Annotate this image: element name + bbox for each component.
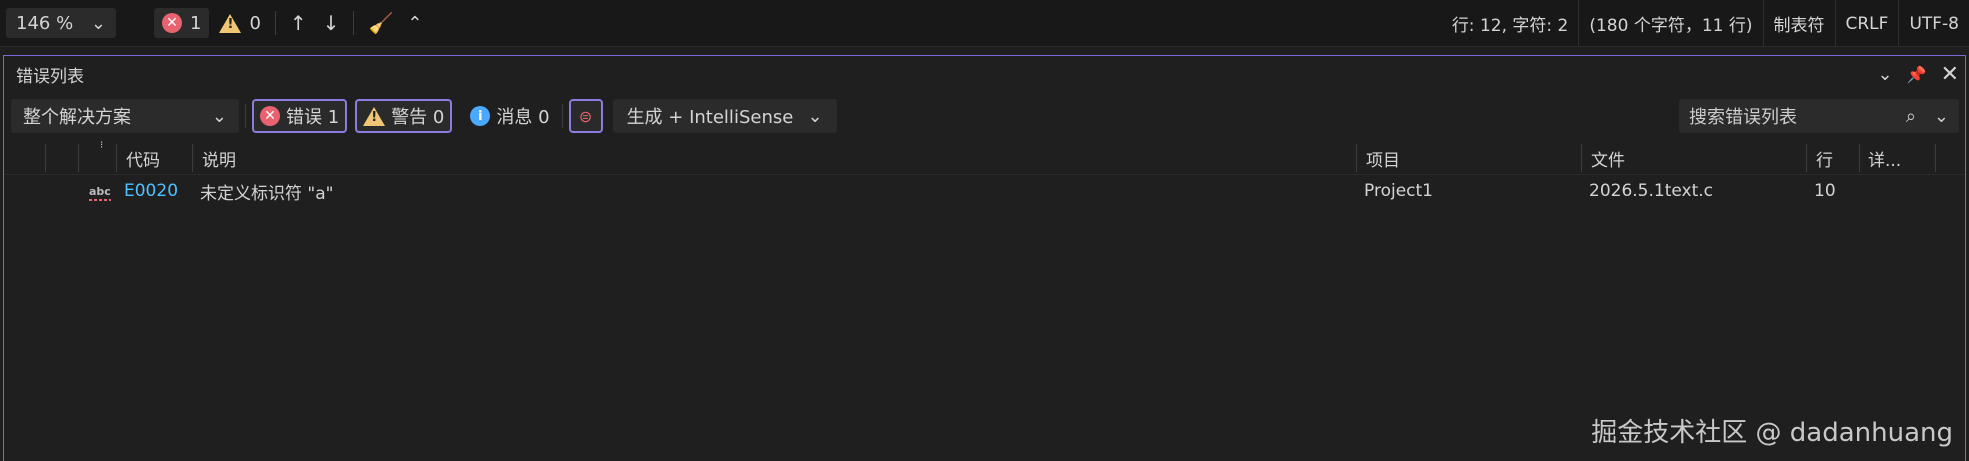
filter-toggle-button[interactable]: ⊜ <box>568 99 603 133</box>
scope-value: 整个解决方案 <box>23 107 131 128</box>
build-filter-value: 生成 + IntelliSense <box>626 107 794 128</box>
column-header-code[interactable]: 代码 <box>126 142 160 174</box>
cursor-position[interactable]: 行: 12, 字符: 2 <box>1442 0 1579 47</box>
column-header-line[interactable]: 行 <box>1816 142 1833 174</box>
warning-icon: ! <box>219 13 242 33</box>
indent-mode[interactable]: 制表符 <box>1762 0 1835 47</box>
search-input[interactable]: 搜索错误列表 <box>1689 103 1906 129</box>
pin-icon[interactable]: 📌 <box>1907 65 1927 84</box>
error-icon: ✕ <box>260 106 280 126</box>
warning-count: 0 <box>249 12 261 34</box>
char-count: (180 个字符，11 行) <box>1578 0 1762 47</box>
column-divider <box>1581 144 1582 172</box>
close-icon[interactable]: ✕ <box>1941 62 1959 87</box>
broom-icon[interactable]: 🧹 <box>368 11 393 35</box>
warnings-filter-label: 警告 0 <box>391 107 445 128</box>
error-list-toolbar: 整个解决方案 ⌄ ✕ 错误 1 ! 警告 0 i 消息 0 ⊜ 生成 + Int… <box>4 96 1965 136</box>
column-header-project[interactable]: 项目 <box>1366 142 1400 174</box>
messages-filter-label: 消息 0 <box>496 107 550 128</box>
column-divider <box>1859 144 1860 172</box>
column-filter-icon[interactable]: ⁝ <box>100 140 103 151</box>
column-divider <box>116 144 117 172</box>
table-header: ⁝ 代码 说明 项目 文件 行 详... <box>4 140 1965 175</box>
column-divider <box>192 144 193 172</box>
divider <box>245 104 246 128</box>
errors-filter-label: 错误 1 <box>286 107 340 128</box>
arrow-down-icon[interactable]: ↓ <box>323 11 340 35</box>
error-file: 2026.5.1text.c <box>1589 181 1714 201</box>
chevron-down-icon[interactable]: ⌄ <box>1934 106 1949 127</box>
error-description: 未定义标识符 "a" <box>200 183 334 204</box>
messages-filter-button[interactable]: i 消息 0 <box>464 99 555 133</box>
scope-dropdown[interactable]: 整个解决方案 ⌄ <box>11 99 239 133</box>
arrow-up-icon[interactable]: ↑ <box>290 11 307 35</box>
chevron-down-icon[interactable]: ⌄ <box>1878 64 1893 85</box>
status-bar-right: 行: 12, 字符: 2 (180 个字符，11 行) 制表符 CRLF UTF… <box>1442 0 1969 47</box>
error-line: 10 <box>1814 181 1836 201</box>
panel-title: 错误列表 <box>16 66 84 87</box>
info-icon: i <box>470 106 491 126</box>
zoom-level: 146 % <box>16 12 74 34</box>
table-row[interactable]: abc E0020 未定义标识符 "a" Project1 2026.5.1te… <box>4 175 1965 207</box>
error-project: Project1 <box>1364 181 1433 201</box>
error-count: 1 <box>190 12 202 34</box>
filter-icon: ⊜ <box>578 106 593 126</box>
error-list-panel: 错误列表 ⌄ 📌 ✕ 整个解决方案 ⌄ ✕ 错误 1 ! 警告 0 i 消息 0… <box>3 55 1966 461</box>
column-divider <box>1356 144 1357 172</box>
column-header-file[interactable]: 文件 <box>1591 142 1625 174</box>
chevron-up-icon[interactable]: ⌃ <box>407 13 422 34</box>
error-code-link[interactable]: E0020 <box>124 175 178 207</box>
errors-filter-button[interactable]: ✕ 错误 1 <box>252 99 348 133</box>
column-divider <box>1806 144 1807 172</box>
chevron-down-icon: ⌄ <box>807 105 823 127</box>
encoding[interactable]: UTF-8 <box>1898 0 1969 47</box>
chevron-down-icon: ⌄ <box>90 12 106 34</box>
divider <box>353 11 355 35</box>
column-header-description[interactable]: 说明 <box>202 142 236 174</box>
warnings-filter-button[interactable]: ! 警告 0 <box>355 99 453 133</box>
search-icon[interactable]: ⌕ <box>1906 106 1916 127</box>
error-table: ⁝ 代码 说明 项目 文件 行 详... abc E0020 未定义标识符 "a… <box>4 140 1965 207</box>
error-icon: ✕ <box>162 13 182 33</box>
divider <box>274 11 276 35</box>
status-bar: 146 % ⌄ ✕ 1 ! 0 ↑ ↓ 🧹 ⌃ 行: 12, 字符: 2 (18… <box>0 0 1969 47</box>
column-divider <box>45 144 46 172</box>
build-filter-dropdown[interactable]: 生成 + IntelliSense ⌄ <box>612 99 837 133</box>
column-divider <box>78 144 79 172</box>
line-ending[interactable]: CRLF <box>1834 0 1899 47</box>
watermark: 掘金技术社区 @ dadanhuang <box>1591 418 1953 448</box>
spelling-error-icon: abc <box>89 184 111 201</box>
zoom-dropdown[interactable]: 146 % ⌄ <box>6 8 116 38</box>
column-divider <box>1935 144 1936 172</box>
divider <box>561 104 563 128</box>
chevron-down-icon: ⌄ <box>211 105 227 127</box>
error-count-button[interactable]: ✕ 1 <box>154 8 210 38</box>
warning-icon: ! <box>363 106 386 126</box>
column-header-detail[interactable]: 详... <box>1868 142 1901 174</box>
panel-title-bar: 错误列表 ⌄ 📌 ✕ <box>4 56 1965 92</box>
warning-count-button[interactable]: ! 0 <box>219 12 261 34</box>
search-box[interactable]: 搜索错误列表 ⌕ ⌄ <box>1679 99 1959 133</box>
